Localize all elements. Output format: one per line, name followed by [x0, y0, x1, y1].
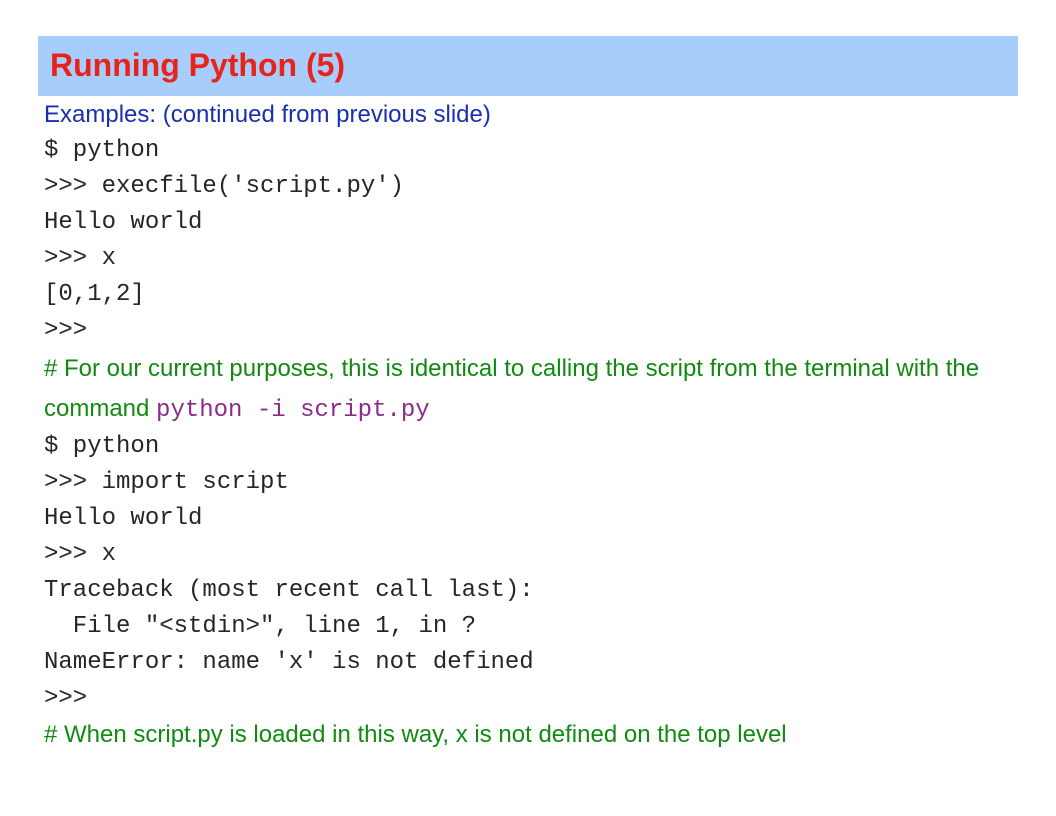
code-line: Hello world [44, 209, 203, 236]
slide-title: Running Python (5) [50, 47, 346, 83]
code-line: Hello world [44, 505, 203, 532]
code-line: $ python [44, 137, 160, 164]
code-line: >>> execfile('script.py') [44, 173, 405, 200]
code-line: $ python [44, 433, 160, 460]
code-block-2: $ python >>> import script Hello world >… [44, 429, 1034, 717]
code-line: Traceback (most recent call last): [44, 577, 534, 604]
code-line: >>> [44, 685, 88, 712]
comment-1: # For our current purposes, this is iden… [44, 349, 1034, 429]
code-line: >>> [44, 317, 88, 344]
code-block-1: $ python >>> execfile('script.py') Hello… [44, 133, 1034, 349]
code-line: [0,1,2] [44, 281, 145, 308]
slide-content: Examples: (continued from previous slide… [44, 97, 1034, 753]
code-line: >>> x [44, 245, 117, 272]
code-line: File "<stdin>", line 1, in ? [44, 613, 477, 640]
code-line: >>> x [44, 541, 117, 568]
comment-2: # When script.py is loaded in this way, … [44, 721, 787, 748]
code-line: >>> import script [44, 469, 289, 496]
intro-text: Examples: (continued from previous slide… [44, 101, 491, 128]
title-bar: Running Python (5) [38, 36, 1018, 96]
comment-1-inline-code: python -i script.py [156, 397, 430, 424]
code-line: NameError: name 'x' is not defined [44, 649, 534, 676]
